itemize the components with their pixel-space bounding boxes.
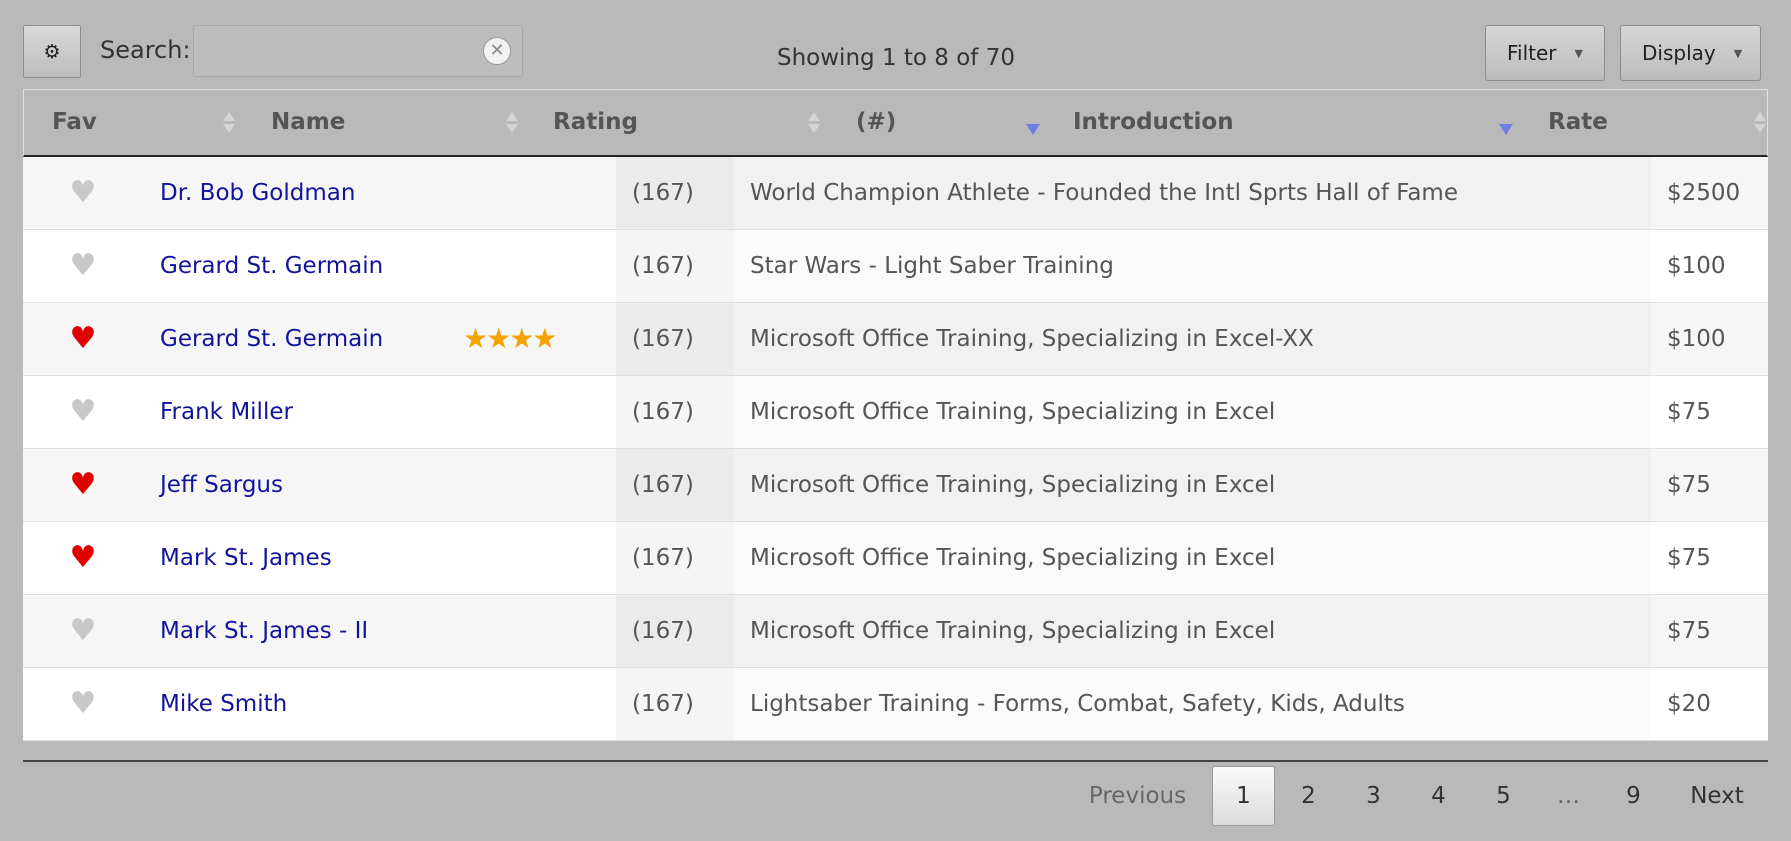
- rating-stars: [463, 157, 623, 229]
- favorite-heart-icon[interactable]: ♥: [23, 595, 143, 667]
- sort-both-icon[interactable]: [1754, 112, 1768, 136]
- favorite-heart-icon[interactable]: ♥: [23, 522, 143, 594]
- rating-count: (167): [616, 230, 734, 302]
- pagination-next[interactable]: Next: [1672, 766, 1762, 826]
- settings-gear-button[interactable]: ⚙: [23, 25, 81, 78]
- table-body: ♥ Dr. Bob Goldman (167) World Champion A…: [23, 157, 1768, 741]
- rate-value: $75: [1667, 545, 1711, 571]
- data-table: Fav Name Rating (#) Introduction Rate ♥ …: [23, 89, 1768, 741]
- table-row: ♥ Mark St. James - II (167) Microsoft Of…: [23, 595, 1768, 668]
- name-link[interactable]: Mike Smith: [160, 668, 287, 740]
- rating-stars: ★★★★: [463, 322, 557, 355]
- search-input[interactable]: ✕: [193, 25, 523, 77]
- table-row: ♥ Frank Miller (167) Microsoft Office Tr…: [23, 376, 1768, 449]
- table-row: ♥ Mike Smith (167) Lightsaber Training -…: [23, 668, 1768, 741]
- pagination-ellipsis: …: [1557, 783, 1580, 809]
- rating-stars: [463, 449, 623, 521]
- introduction-text: Microsoft Office Training, Specializing …: [734, 376, 1651, 448]
- showing-entries-text: Showing 1 to 8 of 70: [777, 45, 1015, 71]
- name-link[interactable]: Frank Miller: [160, 376, 293, 448]
- rate-value: $75: [1667, 618, 1711, 644]
- column-header-count[interactable]: (#): [856, 90, 896, 155]
- introduction-text: Star Wars - Light Saber Training: [734, 230, 1651, 302]
- rating-stars: [463, 668, 623, 740]
- column-header-name[interactable]: Name: [271, 90, 345, 155]
- favorite-heart-icon[interactable]: ♥: [23, 303, 143, 375]
- rating-stars: [463, 522, 623, 594]
- name-link[interactable]: Jeff Sargus: [160, 449, 283, 521]
- pagination-page-2[interactable]: 2: [1277, 766, 1340, 826]
- rate-value: $75: [1667, 399, 1711, 425]
- name-link[interactable]: Mark St. James: [160, 522, 332, 594]
- favorite-heart-icon[interactable]: ♥: [23, 376, 143, 448]
- introduction-text: Lightsaber Training - Forms, Combat, Saf…: [734, 668, 1651, 740]
- pagination: Previous 1 2 3 4 5 … 9 Next: [0, 766, 1791, 826]
- column-header-introduction[interactable]: Introduction: [1073, 90, 1234, 155]
- pagination-page-5[interactable]: 5: [1472, 766, 1535, 826]
- introduction-text: World Champion Athlete - Founded the Int…: [734, 157, 1651, 229]
- favorite-heart-icon[interactable]: ♥: [23, 449, 143, 521]
- introduction-text: Microsoft Office Training, Specializing …: [734, 522, 1651, 594]
- name-link[interactable]: Dr. Bob Goldman: [160, 157, 355, 229]
- clear-search-icon[interactable]: ✕: [483, 37, 511, 65]
- favorite-heart-icon[interactable]: ♥: [23, 157, 143, 229]
- sort-both-icon[interactable]: [506, 112, 520, 136]
- table-bottom-divider: [23, 760, 1768, 762]
- introduction-text: Microsoft Office Training, Specializing …: [734, 303, 1651, 375]
- filter-dropdown-button[interactable]: Filter ▼: [1485, 25, 1605, 81]
- display-label: Display: [1642, 41, 1716, 65]
- name-link[interactable]: Mark St. James - II: [160, 595, 368, 667]
- name-link[interactable]: Gerard St. Germain: [160, 230, 383, 302]
- introduction-text: Microsoft Office Training, Specializing …: [734, 449, 1651, 521]
- rating-stars: [463, 376, 623, 448]
- pagination-page-3[interactable]: 3: [1342, 766, 1405, 826]
- filter-label: Filter: [1507, 41, 1557, 65]
- table-row: ♥ Gerard St. Germain ★★★★ (167) Microsof…: [23, 303, 1768, 376]
- caret-down-icon: ▼: [1574, 46, 1583, 60]
- rate-value: $100: [1667, 326, 1726, 352]
- caret-down-icon: ▼: [1733, 46, 1743, 60]
- rating-stars: [463, 230, 623, 302]
- rating-count: (167): [616, 303, 734, 375]
- pagination-page-1[interactable]: 1: [1212, 766, 1275, 826]
- rating-count: (167): [616, 376, 734, 448]
- rate-value: $20: [1667, 691, 1711, 717]
- gear-icon: ⚙: [43, 40, 61, 63]
- table-row: ♥ Gerard St. Germain (167) Star Wars - L…: [23, 230, 1768, 303]
- column-header-fav[interactable]: Fav: [52, 90, 97, 155]
- rate-value: $100: [1667, 253, 1726, 279]
- table-row: ♥ Jeff Sargus (167) Microsoft Office Tra…: [23, 449, 1768, 522]
- rating-count: (167): [616, 595, 734, 667]
- favorite-heart-icon[interactable]: ♥: [23, 230, 143, 302]
- rating-count: (167): [616, 157, 734, 229]
- introduction-text: Microsoft Office Training, Specializing …: [734, 595, 1651, 667]
- rate-value: $2500: [1667, 180, 1741, 206]
- sort-both-icon[interactable]: [223, 112, 237, 136]
- pagination-page-4[interactable]: 4: [1407, 766, 1470, 826]
- table-header: Fav Name Rating (#) Introduction Rate: [23, 89, 1768, 157]
- rating-count: (167): [616, 668, 734, 740]
- rating-count: (167): [616, 522, 734, 594]
- sort-desc-icon[interactable]: [1026, 124, 1040, 135]
- rate-value: $75: [1667, 472, 1711, 498]
- sort-desc-icon[interactable]: [1499, 124, 1513, 135]
- name-link[interactable]: Gerard St. Germain: [160, 303, 383, 375]
- pagination-previous[interactable]: Previous: [1080, 766, 1195, 826]
- rating-stars: [463, 595, 623, 667]
- column-header-rate[interactable]: Rate: [1548, 90, 1608, 155]
- pagination-page-9[interactable]: 9: [1602, 766, 1665, 826]
- column-header-rating[interactable]: Rating: [553, 90, 638, 155]
- search-label: Search:: [100, 36, 191, 64]
- favorite-heart-icon[interactable]: ♥: [23, 668, 143, 740]
- rating-count: (167): [616, 449, 734, 521]
- sort-both-icon[interactable]: [808, 112, 822, 136]
- table-row: ♥ Dr. Bob Goldman (167) World Champion A…: [23, 157, 1768, 230]
- table-row: ♥ Mark St. James (167) Microsoft Office …: [23, 522, 1768, 595]
- display-dropdown-button[interactable]: Display ▼: [1620, 25, 1761, 81]
